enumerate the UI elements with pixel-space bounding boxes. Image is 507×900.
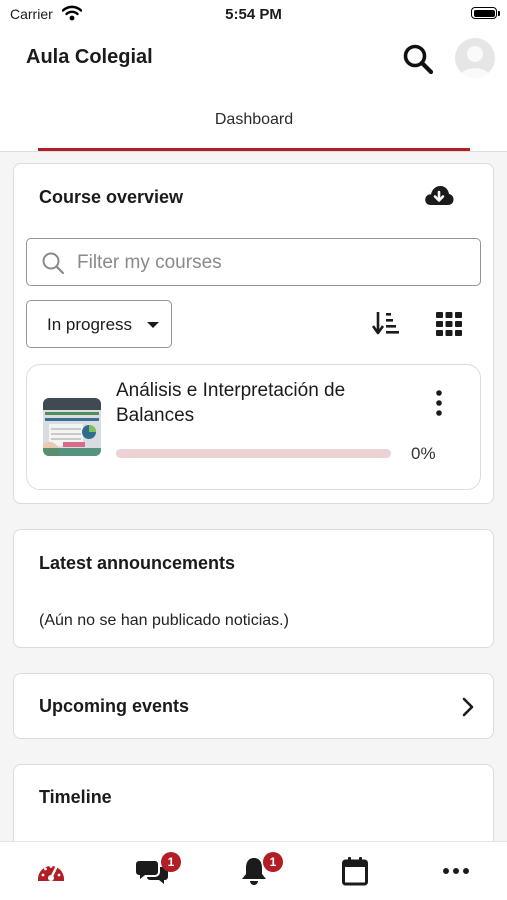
chevron-down-icon	[147, 322, 159, 328]
latest-announcements-card: Latest announcements (Aún no se han publ…	[13, 529, 494, 648]
notifications-badge: 1	[263, 852, 283, 872]
search-icon	[42, 252, 65, 275]
user-avatar[interactable]	[455, 38, 495, 78]
grid-view-icon[interactable]	[436, 312, 462, 336]
timeline-title: Timeline	[39, 787, 112, 807]
filter-courses-input[interactable]: Filter my courses	[26, 238, 481, 286]
tab-dashboard[interactable]: Dashboard	[38, 101, 470, 151]
nav-messages[interactable]: 1	[122, 842, 182, 900]
more-vertical-icon[interactable]	[435, 390, 443, 416]
more-icon	[443, 868, 469, 874]
status-time: 5:54 PM	[225, 6, 282, 23]
messages-badge: 1	[161, 852, 181, 872]
bottom-nav: 1 1	[0, 841, 507, 900]
announcements-empty-message: (Aún no se han publicado noticias.)	[39, 612, 289, 629]
nav-dashboard[interactable]	[21, 842, 81, 900]
battery-icon	[471, 7, 500, 19]
latest-announcements-title: Latest announcements	[39, 553, 236, 573]
app-header: Aula Colegial Dashboard	[0, 30, 507, 152]
course-name[interactable]: Análisis e Interpretación de Balances	[116, 378, 416, 428]
course-progress-bar	[116, 449, 391, 458]
calendar-icon	[342, 857, 368, 886]
course-overview-title: Course overview	[39, 187, 184, 207]
course-progress-label: 0%	[411, 444, 436, 463]
app-title: Aula Colegial	[26, 46, 153, 68]
nav-calendar[interactable]	[325, 842, 385, 900]
avatar-person-icon	[459, 46, 491, 78]
nav-notifications[interactable]: 1	[224, 842, 284, 900]
course-status-select[interactable]: In progress	[26, 300, 172, 348]
course-item[interactable]: Análisis e Interpretación de Balances 0%	[26, 364, 481, 490]
tab-dashboard-label: Dashboard	[214, 111, 294, 128]
chevron-right-icon	[462, 697, 474, 717]
upcoming-events-title: Upcoming events	[39, 696, 190, 716]
header-divider	[0, 151, 507, 152]
course-overview-card: Course overview Filter my courses In pro…	[13, 163, 494, 504]
dashboard-gauge-icon	[38, 865, 64, 881]
cloud-download-icon[interactable]	[424, 184, 454, 208]
nav-more[interactable]	[426, 842, 486, 900]
search-icon[interactable]	[402, 43, 434, 75]
filter-courses-placeholder: Filter my courses	[77, 252, 222, 273]
status-bar: Carrier 5:54 PM	[0, 0, 507, 30]
sort-icon[interactable]	[372, 310, 400, 336]
upcoming-events-card[interactable]: Upcoming events	[13, 673, 494, 739]
course-status-value: In progress	[47, 315, 133, 334]
course-thumbnail	[43, 398, 101, 456]
